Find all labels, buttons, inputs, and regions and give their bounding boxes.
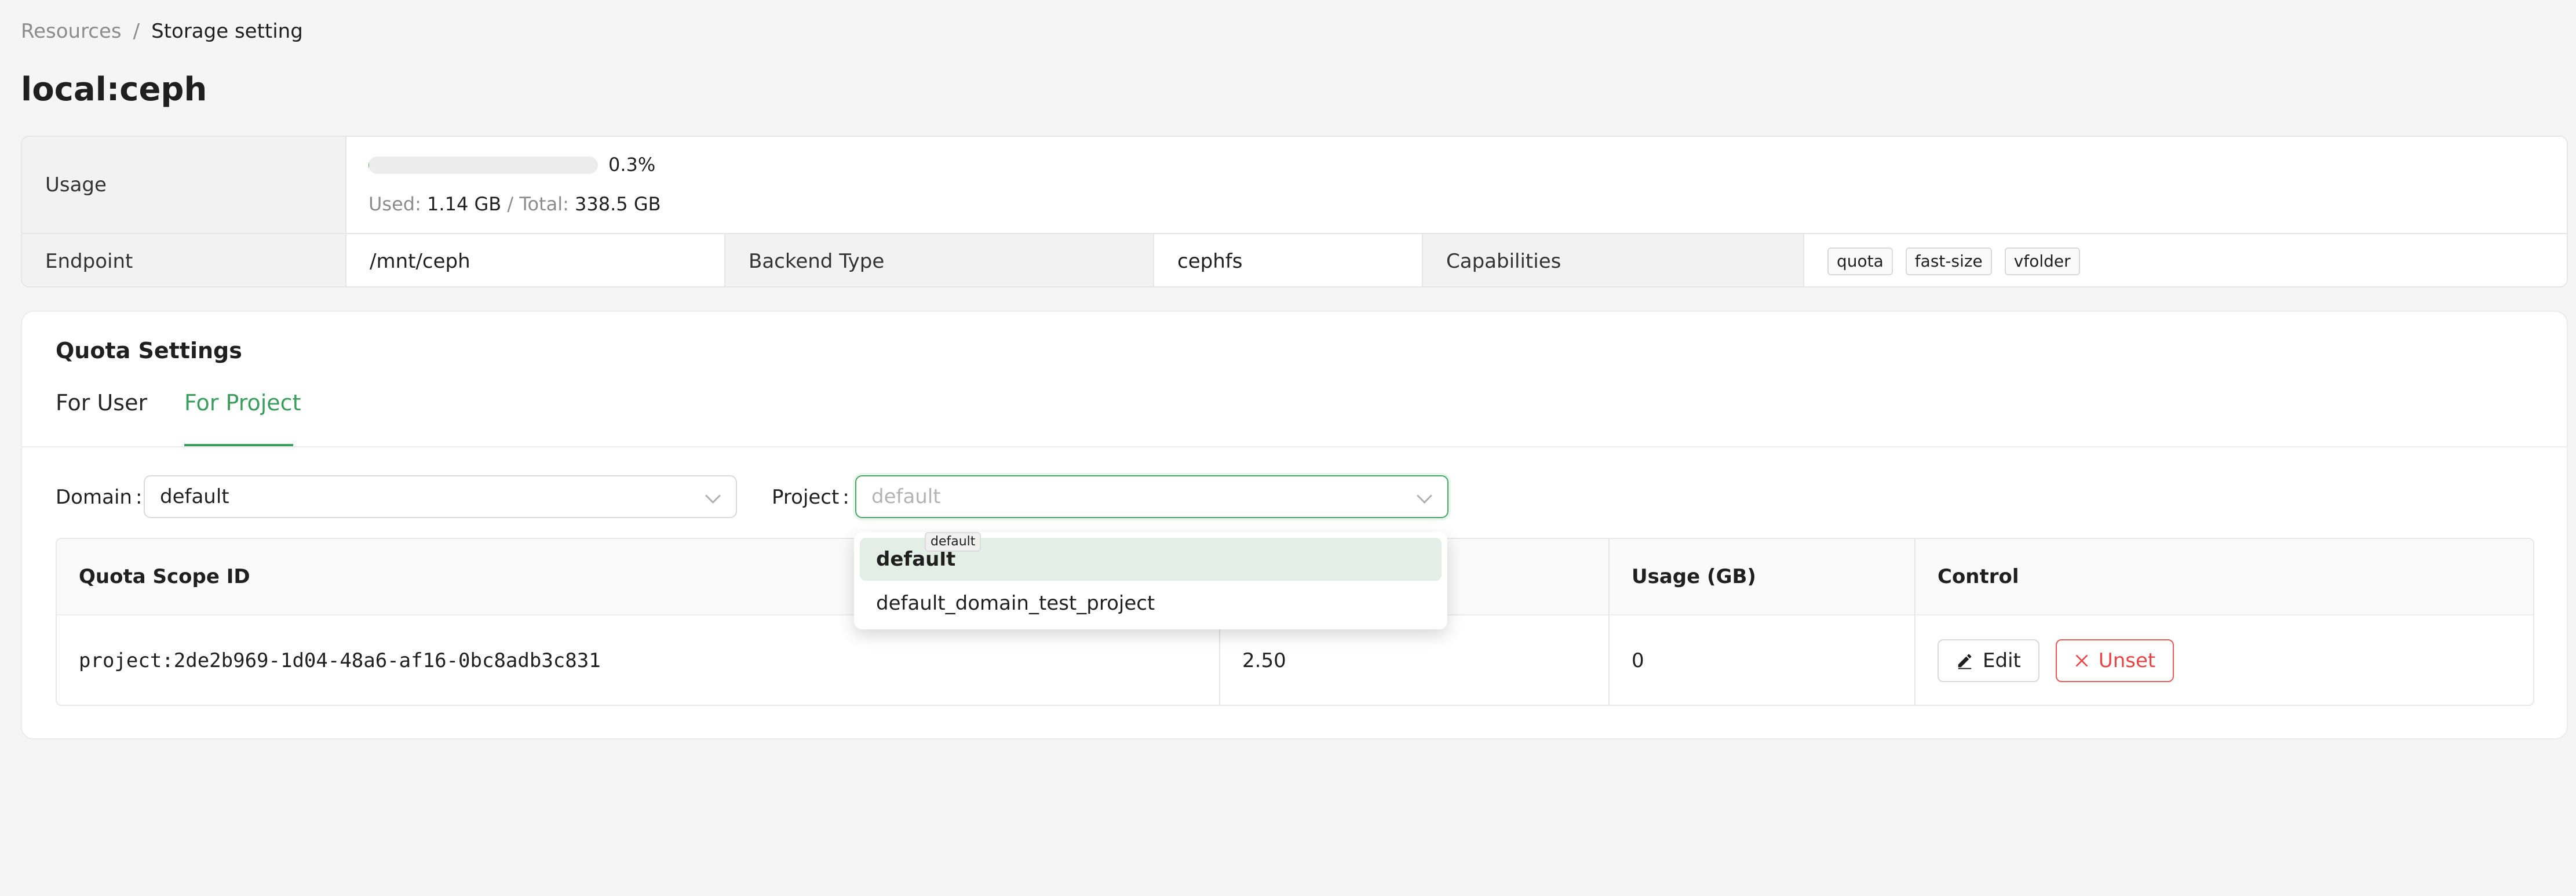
option-tooltip: default	[925, 532, 981, 552]
chevron-down-icon	[705, 488, 721, 504]
capability-tag-quota: quota	[1827, 247, 1893, 275]
unset-button[interactable]: Unset	[2055, 639, 2174, 682]
used-label: Used:	[368, 193, 421, 215]
page-title: local:ceph	[21, 71, 207, 108]
storage-info-table: Usage 0.3% Used: 1.14 GB / Total: 338.5 …	[21, 136, 2568, 287]
usage-cell	[346, 137, 2567, 233]
edit-button-label: Edit	[1983, 649, 2021, 672]
project-select-placeholder: default	[871, 485, 941, 508]
total-separator: /	[507, 193, 514, 215]
backend-type-value: cephfs	[1154, 234, 1423, 286]
capabilities-label: Capabilities	[1423, 234, 1804, 286]
breadcrumb-separator: /	[133, 20, 140, 43]
project-select[interactable]: default	[855, 475, 1448, 518]
used-value: 1.14 GB	[427, 193, 502, 215]
total-label: Total:	[519, 193, 569, 215]
endpoint-label: Endpoint	[22, 234, 346, 286]
backend-type-label: Backend Type	[725, 234, 1154, 286]
breadcrumb-resources-link[interactable]: Resources	[21, 20, 122, 43]
project-label: Project:	[772, 486, 849, 509]
usage-percent: 0.3%	[608, 154, 656, 176]
usage-label: Usage	[22, 137, 346, 233]
column-header-usage: Usage (GB)	[1610, 539, 1915, 615]
quota-settings-card: Quota Settings For User For Project Doma…	[21, 311, 2568, 740]
domain-select-value: default	[160, 485, 229, 508]
capabilities-value: quota fast-size vfolder	[1804, 234, 2567, 286]
breadcrumb-current: Storage setting	[151, 20, 303, 43]
column-header-control: Control	[1915, 539, 2533, 615]
edit-button[interactable]: Edit	[1938, 639, 2039, 682]
capability-tag-vfolder: vfolder	[2004, 247, 2080, 275]
edit-icon	[1958, 654, 1972, 669]
close-icon	[2075, 655, 2088, 666]
usage-progress-bar	[368, 156, 598, 174]
tab-for-user[interactable]: For User	[56, 388, 147, 417]
breadcrumb: Resources / Storage setting	[21, 20, 303, 43]
chevron-down-icon	[1417, 488, 1432, 504]
tab-bar-divider	[22, 446, 2567, 447]
endpoint-value: /mnt/ceph	[346, 234, 725, 286]
usage-cell: 0	[1632, 649, 1644, 672]
usage-summary: Used: 1.14 GB / Total: 338.5 GB	[368, 192, 661, 216]
unset-button-label: Unset	[2098, 649, 2156, 672]
quota-settings-title: Quota Settings	[56, 338, 242, 363]
domain-select[interactable]: default	[144, 475, 737, 518]
total-value: 338.5 GB	[575, 193, 661, 215]
domain-label: Domain:	[56, 486, 143, 509]
active-tab-indicator	[184, 444, 293, 446]
capability-tag-fast-size: fast-size	[1905, 247, 1992, 275]
tab-for-project[interactable]: For Project	[184, 388, 301, 417]
control-cell: Edit Unset	[1915, 615, 2533, 705]
project-option-default-domain-test-project[interactable]: default_domain_test_project	[860, 582, 1442, 625]
